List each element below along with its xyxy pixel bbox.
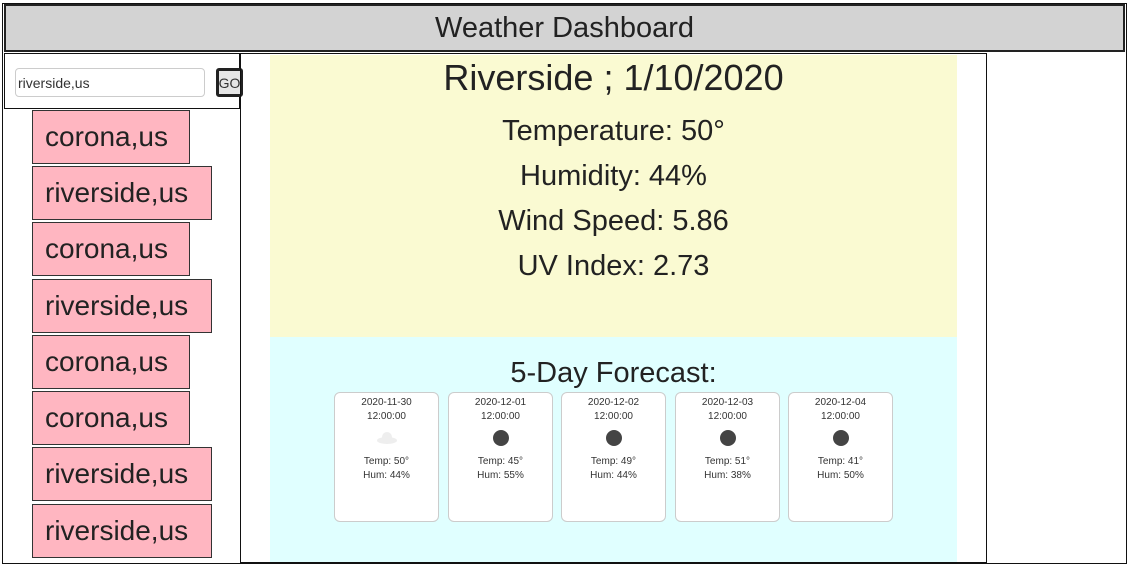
current-weather: Riverside ; 1/10/2020 Temperature: 50° H… — [270, 55, 957, 337]
forecast-card: 2020-12-04 12:00:00 Temp: 41° Hum: 50% — [788, 392, 893, 522]
history-item[interactable]: riverside,us — [32, 166, 212, 220]
forecast-temp: Temp: 41° — [817, 456, 864, 467]
forecast-time: 12:00:00 — [708, 411, 747, 422]
cloud-icon — [376, 432, 397, 444]
forecast-temp: Temp: 45° — [477, 456, 524, 467]
page-header: Weather Dashboard — [4, 4, 1125, 52]
forecast-card: 2020-11-30 12:00:00 Temp: 50° Hum: 44% — [334, 392, 439, 522]
history-item[interactable]: corona,us — [32, 110, 190, 164]
moon-icon — [832, 430, 849, 446]
forecast-time: 12:00:00 — [821, 411, 860, 422]
forecast-time: 12:00:00 — [367, 411, 406, 422]
forecast-humidity: Hum: 44% — [590, 470, 637, 481]
moon-icon — [605, 430, 622, 446]
forecast-time: 12:00:00 — [481, 411, 520, 422]
forecast-humidity: Hum: 50% — [817, 470, 864, 481]
moon-icon — [492, 430, 509, 446]
forecast-time: 12:00:00 — [594, 411, 633, 422]
wind-speed-text: Wind Speed: 5.86 — [498, 205, 729, 237]
forecast-title: 5-Day Forecast: — [510, 357, 717, 389]
city-date-heading: Riverside ; 1/10/2020 — [443, 57, 784, 98]
history-item[interactable]: riverside,us — [32, 279, 212, 333]
page-title: Weather Dashboard — [434, 11, 694, 44]
search-panel: GO — [4, 53, 243, 109]
forecast-card: 2020-12-01 12:00:00 Temp: 45° Hum: 55% — [448, 392, 553, 522]
history-item[interactable]: corona,us — [32, 391, 190, 445]
moon-icon — [719, 430, 736, 446]
go-button[interactable]: GO — [216, 68, 243, 97]
forecast-date: 2020-12-01 — [474, 397, 527, 408]
history-item[interactable]: riverside,us — [32, 447, 212, 501]
humidity-text: Humidity: 44% — [520, 160, 707, 192]
forecast-temp: Temp: 50° — [363, 456, 410, 467]
forecast-card: 2020-12-03 12:00:00 Temp: 51° Hum: 38% — [675, 392, 780, 522]
history-item[interactable]: riverside,us — [32, 504, 212, 558]
history-item[interactable]: corona,us — [32, 222, 190, 276]
forecast-humidity: Hum: 44% — [363, 470, 410, 481]
forecast-date: 2020-12-04 — [814, 397, 867, 408]
temperature-text: Temperature: 50° — [502, 115, 725, 147]
forecast-date: 2020-11-30 — [361, 397, 412, 408]
forecast-card: 2020-12-02 12:00:00 Temp: 49° Hum: 44% — [561, 392, 666, 522]
history-item[interactable]: corona,us — [32, 335, 190, 389]
forecast-temp: Temp: 49° — [590, 456, 637, 467]
forecast-date: 2020-12-02 — [587, 397, 640, 408]
forecast-date: 2020-12-03 — [701, 397, 754, 408]
forecast-section: 5-Day Forecast: 2020-11-30 12:00:00 Temp… — [270, 337, 957, 562]
uv-index-text: UV Index: 2.73 — [517, 250, 710, 282]
forecast-humidity: Hum: 55% — [477, 470, 524, 481]
forecast-humidity: Hum: 38% — [704, 470, 751, 481]
forecast-temp: Temp: 51° — [704, 456, 751, 467]
search-input[interactable] — [15, 68, 205, 97]
